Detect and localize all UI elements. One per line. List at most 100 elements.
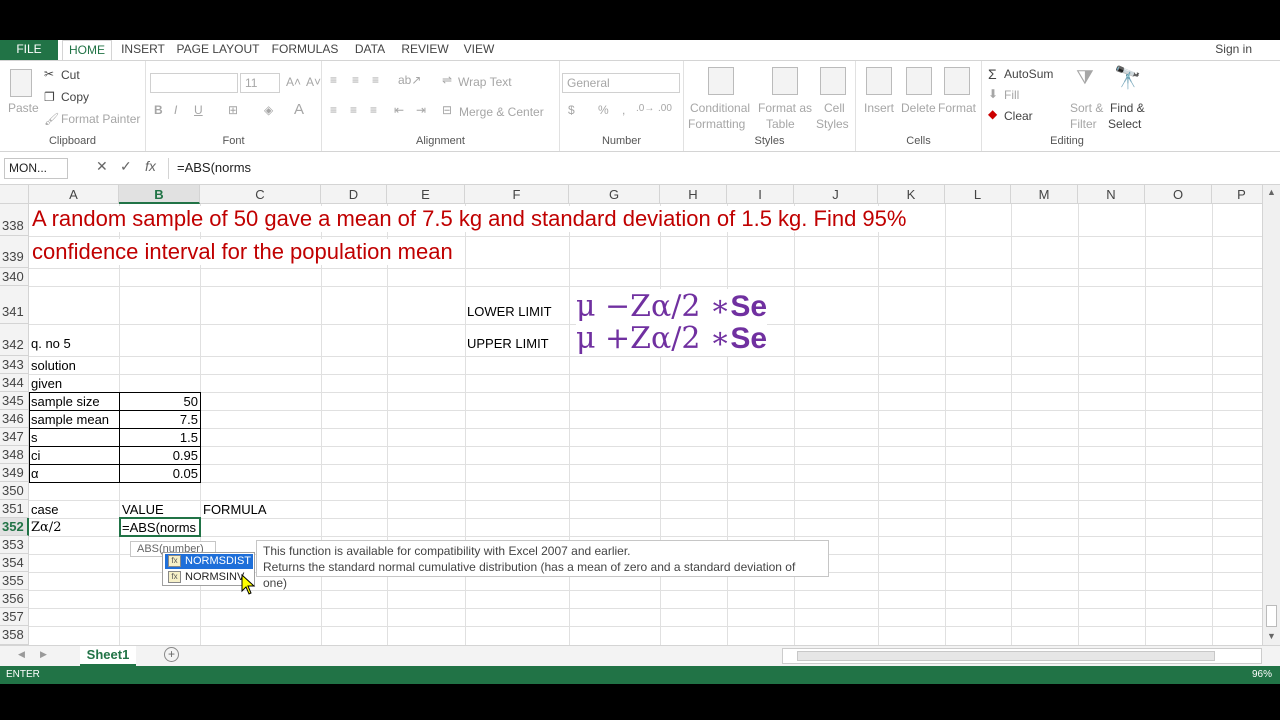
sign-in-link[interactable]: Sign in	[1215, 40, 1252, 58]
tab-review[interactable]: REVIEW	[398, 40, 452, 60]
enter-icon[interactable]: ✓	[120, 158, 132, 175]
clear-button[interactable]: Clear	[1004, 109, 1033, 123]
align-left-icon[interactable]: ≡	[330, 103, 337, 117]
row-header[interactable]: 348	[0, 446, 29, 464]
sheet-tab-sheet1[interactable]: Sheet1	[80, 646, 136, 666]
col-header-p[interactable]: P	[1212, 185, 1262, 204]
format-cells-button[interactable]: Format	[938, 101, 976, 115]
conditional-formatting-line1[interactable]: Conditional	[690, 101, 750, 115]
font-name-combo[interactable]	[150, 73, 238, 93]
row-header[interactable]: 351	[0, 500, 29, 518]
row-header[interactable]: 343	[0, 356, 29, 374]
bottom-align-icon[interactable]: ≡	[372, 73, 379, 87]
row-header[interactable]: 355	[0, 572, 29, 590]
col-header-l[interactable]: L	[945, 185, 1011, 204]
col-header-i[interactable]: I	[727, 185, 794, 204]
comma-icon[interactable]: ,	[622, 103, 625, 117]
new-sheet-icon[interactable]: +	[164, 647, 179, 662]
find-select-line2[interactable]: Select	[1108, 117, 1141, 131]
autocomplete-item-normsdist[interactable]: fx NORMSDIST	[165, 554, 253, 569]
select-all-corner[interactable]	[0, 185, 29, 204]
scroll-down-icon[interactable]: ▼	[1267, 631, 1276, 641]
sort-filter-line1[interactable]: Sort &	[1070, 101, 1103, 115]
align-right-icon[interactable]: ≡	[370, 103, 377, 117]
currency-icon[interactable]: $	[568, 103, 575, 117]
underline-icon[interactable]: U	[194, 103, 203, 117]
increase-indent-icon[interactable]: ⇥	[416, 103, 426, 117]
percent-icon[interactable]: %	[598, 103, 609, 117]
align-center-icon[interactable]: ≡	[350, 103, 357, 117]
shrink-font-icon[interactable]: A˅	[306, 75, 321, 89]
col-header-g[interactable]: G	[569, 185, 660, 204]
paste-button[interactable]: Paste	[8, 101, 39, 115]
row-header[interactable]: 345	[0, 392, 29, 410]
tab-insert[interactable]: INSERT	[118, 40, 168, 60]
row-header[interactable]: 354	[0, 554, 29, 572]
col-header-c[interactable]: C	[200, 185, 321, 204]
find-select-line1[interactable]: Find &	[1110, 101, 1145, 115]
conditional-formatting-line2[interactable]: Formatting	[688, 117, 745, 131]
scroll-up-icon[interactable]: ▲	[1267, 187, 1276, 197]
insert-cells-button[interactable]: Insert	[864, 101, 894, 115]
row-header[interactable]: 342	[0, 324, 29, 356]
borders-icon[interactable]: ⊞	[228, 103, 238, 117]
row-header[interactable]: 341	[0, 286, 29, 324]
middle-align-icon[interactable]: ≡	[352, 73, 359, 87]
zoom-level[interactable]: 96%	[1252, 666, 1272, 684]
formula-input[interactable]: =ABS(norms	[168, 158, 1263, 179]
horizontal-scrollbar[interactable]	[782, 648, 1262, 664]
row-header[interactable]: 340	[0, 268, 29, 286]
tab-file[interactable]: FILE	[0, 40, 58, 60]
col-header-j[interactable]: J	[794, 185, 878, 204]
autosum-button[interactable]: AutoSum	[1004, 67, 1053, 81]
row-header[interactable]: 350	[0, 482, 29, 500]
row-header[interactable]: 357	[0, 608, 29, 626]
grow-font-icon[interactable]: A˄	[286, 75, 301, 89]
tab-data[interactable]: DATA	[350, 40, 390, 60]
cell-styles-line2[interactable]: Styles	[816, 117, 849, 131]
horizontal-scroll-thumb[interactable]	[797, 651, 1215, 661]
next-sheet-icon[interactable]: ▶	[40, 649, 47, 660]
fill-color-icon[interactable]: ◈	[264, 103, 273, 117]
cancel-icon[interactable]: ✕	[96, 158, 108, 175]
row-header[interactable]: 356	[0, 590, 29, 608]
row-header[interactable]: 339	[0, 236, 29, 268]
merge-center-button[interactable]: Merge & Center	[459, 105, 544, 119]
col-header-d[interactable]: D	[321, 185, 387, 204]
format-as-table-line2[interactable]: Table	[766, 117, 795, 131]
prev-sheet-icon[interactable]: ◀	[18, 649, 25, 660]
col-header-b[interactable]: B	[119, 185, 200, 204]
orientation-icon[interactable]: ab↗	[398, 73, 421, 87]
decrease-decimal-icon[interactable]: .00	[658, 103, 672, 114]
tab-page-layout[interactable]: PAGE LAYOUT	[176, 40, 260, 60]
col-header-h[interactable]: H	[660, 185, 727, 204]
row-header[interactable]: 353	[0, 536, 29, 554]
row-header-selected[interactable]: 352	[0, 518, 29, 536]
row-header[interactable]: 358	[0, 626, 29, 645]
insert-function-icon[interactable]: fx	[145, 158, 156, 174]
cell-styles-line1[interactable]: Cell	[824, 101, 845, 115]
format-as-table-line1[interactable]: Format as	[758, 101, 812, 115]
vertical-scrollbar[interactable]: ▲ ▼	[1262, 185, 1280, 645]
row-header[interactable]: 346	[0, 410, 29, 428]
col-header-f[interactable]: F	[465, 185, 569, 204]
col-header-a[interactable]: A	[29, 185, 119, 204]
copy-button[interactable]: Copy	[61, 90, 89, 104]
number-format-combo[interactable]: General	[562, 73, 680, 93]
italic-icon[interactable]: I	[174, 103, 177, 117]
col-header-m[interactable]: M	[1011, 185, 1078, 204]
decrease-indent-icon[interactable]: ⇤	[394, 103, 404, 117]
row-header[interactable]: 338	[0, 204, 29, 236]
delete-cells-button[interactable]: Delete	[901, 101, 936, 115]
format-painter-button[interactable]: Format Painter	[61, 112, 140, 126]
col-header-e[interactable]: E	[387, 185, 465, 204]
row-header[interactable]: 349	[0, 464, 29, 482]
sort-filter-line2[interactable]: Filter	[1070, 117, 1097, 131]
col-header-n[interactable]: N	[1078, 185, 1145, 204]
wrap-text-button[interactable]: Wrap Text	[458, 75, 512, 89]
col-header-k[interactable]: K	[878, 185, 945, 204]
font-size-combo[interactable]: 11	[240, 73, 280, 93]
tab-view[interactable]: VIEW	[460, 40, 498, 60]
scroll-thumb[interactable]	[1266, 605, 1277, 627]
increase-decimal-icon[interactable]: .0→	[636, 103, 654, 114]
